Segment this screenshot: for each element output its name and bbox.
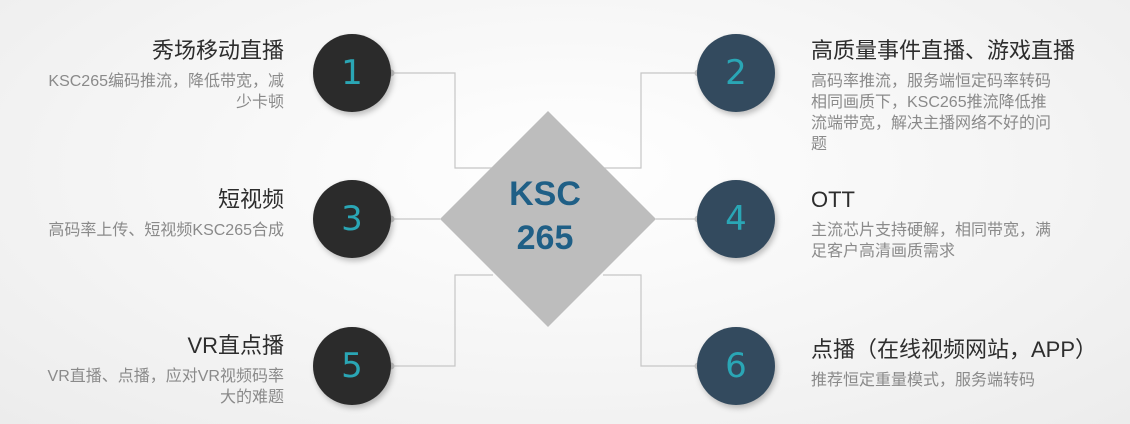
item-4-desc-line: 主流芯片支持硬解，相同带宽，满	[811, 222, 1052, 239]
number-circle-3: 3	[313, 180, 391, 258]
number-1: 1	[341, 53, 363, 93]
item-6-desc-line: 推荐恒定重量模式，服务端转码	[811, 372, 1036, 389]
item-5-title: VR直点播	[187, 333, 284, 358]
item-5: VR直点播 VR直播、点播，应对VR视频码率 大的难题	[0, 332, 284, 408]
item-6-title: 点播（在线视频网站，APP）	[811, 337, 1098, 362]
item-3-desc-line: 高码率上传、短视频KSC265合成	[48, 222, 284, 239]
item-4-desc: 主流芯片支持硬解，相同带宽，满 足客户高清画质需求	[811, 220, 1126, 262]
item-5-desc-line: 大的难题	[219, 389, 284, 406]
item-5-desc-line: VR直播、点播，应对VR视频码率	[47, 368, 284, 385]
item-2-desc: 高码率推流，服务端恒定码率转码 相同画质下，KSC265推流降低推 流端带宽，解…	[811, 71, 1126, 155]
item-1-desc-line: 少卡顿	[235, 94, 284, 111]
number-6: 6	[725, 346, 747, 386]
number-circle-6: 6	[697, 327, 775, 405]
item-1: 秀场移动直播 KSC265编码推流，降低带宽，减 少卡顿	[0, 37, 284, 113]
number-circle-4: 4	[697, 180, 775, 258]
item-4-title: OTT	[811, 187, 855, 212]
item-3: 短视频 高码率上传、短视频KSC265合成	[0, 186, 284, 241]
item-5-desc: VR直播、点播，应对VR视频码率 大的难题	[0, 366, 284, 408]
number-4: 4	[725, 199, 747, 239]
item-3-desc: 高码率上传、短视频KSC265合成	[0, 220, 284, 241]
number-circle-5: 5	[313, 327, 391, 405]
center-label: KSC 265	[490, 172, 600, 260]
item-4-desc-line: 足客户高清画质需求	[811, 243, 956, 260]
item-2-desc-line: 题	[811, 136, 828, 153]
item-6: 点播（在线视频网站，APP） 推荐恒定重量模式，服务端转码	[811, 336, 1126, 391]
item-1-desc: KSC265编码推流，降低带宽，减 少卡顿	[0, 71, 284, 113]
number-2: 2	[725, 53, 747, 93]
item-2: 高质量事件直播、游戏直播 高码率推流，服务端恒定码率转码 相同画质下，KSC26…	[811, 37, 1126, 155]
item-2-desc-line: 高码率推流，服务端恒定码率转码	[811, 73, 1052, 90]
item-3-title: 短视频	[217, 187, 284, 212]
item-4: OTT 主流芯片支持硬解，相同带宽，满 足客户高清画质需求	[811, 186, 1126, 262]
center-label-line2: 265	[516, 219, 574, 257]
item-1-desc-line: KSC265编码推流，降低带宽，减	[48, 73, 284, 90]
number-5: 5	[341, 346, 363, 386]
number-3: 3	[341, 199, 363, 239]
item-2-desc-line: 流端带宽，解决主播网络不好的问	[811, 115, 1052, 132]
item-6-desc: 推荐恒定重量模式，服务端转码	[811, 370, 1126, 391]
number-circle-2: 2	[697, 34, 775, 112]
item-1-title: 秀场移动直播	[151, 38, 284, 63]
item-2-desc-line: 相同画质下，KSC265推流降低推	[811, 94, 1047, 111]
center-label-line1: KSC	[509, 175, 581, 213]
number-circle-1: 1	[313, 34, 391, 112]
item-2-title: 高质量事件直播、游戏直播	[811, 38, 1076, 63]
